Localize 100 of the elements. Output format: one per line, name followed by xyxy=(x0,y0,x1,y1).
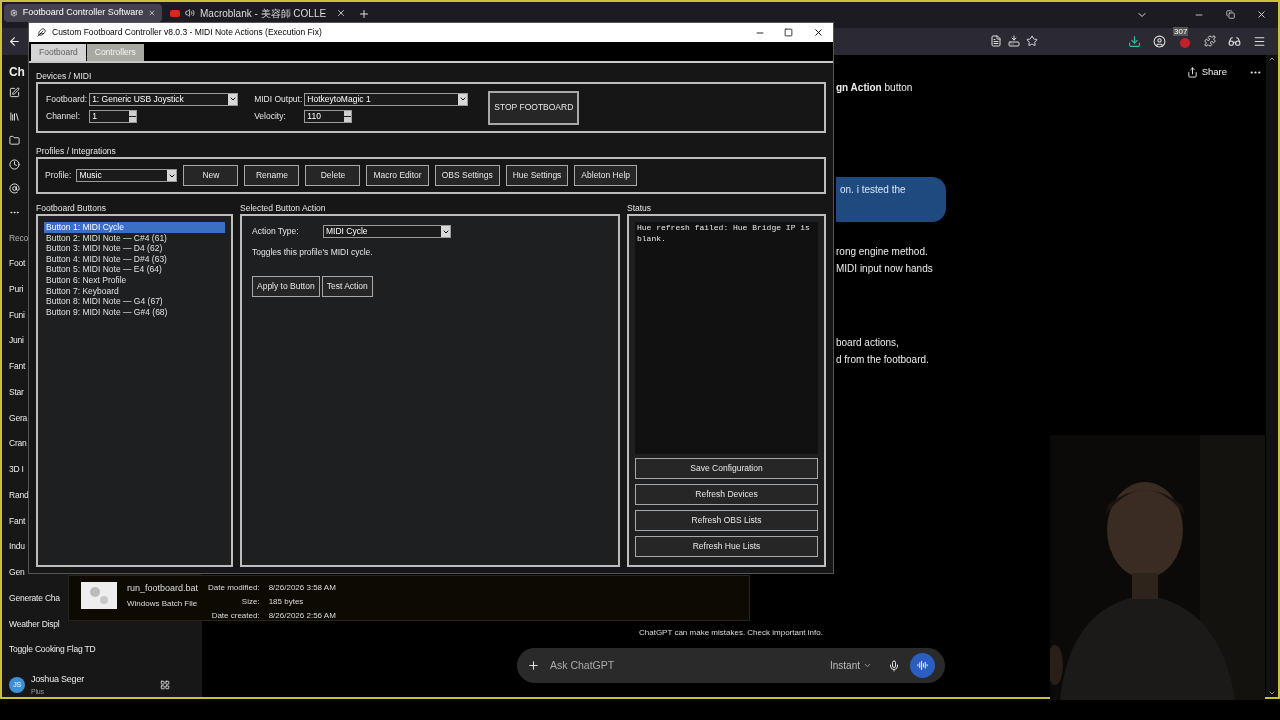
midi-output-dropdown[interactable]: HotkeytoMagic 1 xyxy=(304,92,469,106)
mode-selector[interactable]: Instant xyxy=(829,658,872,674)
folder-icon[interactable] xyxy=(9,135,20,147)
chat-history-item[interactable]: Fant xyxy=(9,514,26,528)
restore-icon[interactable] xyxy=(1226,10,1235,19)
chat-history-item[interactable]: Cran xyxy=(9,437,27,450)
save-icon[interactable] xyxy=(1008,35,1020,48)
browser-tab[interactable]: Footboard Controller Software xyxy=(4,4,162,22)
microphone-icon[interactable] xyxy=(888,659,900,672)
at-sign-icon[interactable] xyxy=(9,183,20,195)
button[interactable]: Delete xyxy=(305,165,361,186)
button[interactable]: Rename xyxy=(244,165,300,186)
back-icon[interactable] xyxy=(8,35,21,48)
list-item[interactable]: Button 9: MIDI Note — G#4 (68) xyxy=(44,306,225,318)
status-text: Hue refresh failed: Hue Bridge IP is blank. xyxy=(635,222,818,454)
button[interactable]: Apply to Button xyxy=(252,275,320,297)
action-type-dropdown[interactable]: MIDI Cycle xyxy=(323,225,451,238)
channel-spinbox[interactable]: 1 xyxy=(89,109,138,123)
button[interactable]: Refresh OBS Lists xyxy=(635,510,818,531)
chat-history-item[interactable]: Foot xyxy=(9,257,26,270)
chat-history-item[interactable]: Funi xyxy=(9,308,25,322)
group-label: Profiles / Integrations xyxy=(36,145,117,155)
field-value: 8/26/2026 2:56 AM xyxy=(268,610,336,622)
extension-icon[interactable] xyxy=(1180,38,1190,48)
field-value: 185 bytes xyxy=(268,596,305,608)
field-value: 8/26/2026 3:58 AM xyxy=(268,582,336,594)
clock-icon[interactable] xyxy=(9,159,20,171)
list-item[interactable]: Button 1: MIDI Cycle xyxy=(44,222,225,233)
chat-history-item[interactable]: Rand xyxy=(9,488,29,502)
close-icon[interactable] xyxy=(813,27,824,38)
button[interactable]: Test Action xyxy=(321,275,373,297)
chat-history-item[interactable]: Star xyxy=(9,385,24,399)
field-label: Date modified: xyxy=(208,582,260,594)
message-text: MIDI input now hands xyxy=(836,262,934,277)
list-item[interactable]: Button 3: MIDI Note — D4 (62) xyxy=(44,243,225,254)
badge: 307 xyxy=(1173,27,1189,36)
menu-icon[interactable] xyxy=(1253,35,1266,48)
voice-button[interactable] xyxy=(910,653,935,679)
account-icon[interactable] xyxy=(1153,35,1166,48)
profile-dropdown[interactable]: Music xyxy=(76,169,178,182)
bookmark-star-icon[interactable] xyxy=(1026,35,1038,48)
chat-history-item[interactable]: Gen xyxy=(9,566,25,579)
chat-history-item[interactable]: 3D I xyxy=(9,463,24,476)
file-type: Windows Batch File xyxy=(127,597,199,610)
button[interactable]: STOP FOOTBOARD xyxy=(488,90,580,125)
extensions-icon[interactable] xyxy=(1204,35,1216,48)
group-label: Status xyxy=(627,202,653,214)
maximize-icon[interactable] xyxy=(784,28,793,37)
share-icon xyxy=(1186,66,1198,78)
scroll-down-icon[interactable] xyxy=(1268,689,1276,697)
field-label: Channel: xyxy=(46,109,82,123)
button[interactable]: OBS Settings xyxy=(434,165,500,186)
group-label: Selected Button Action xyxy=(240,202,327,214)
window-title: Custom Footboard Controller v8.0.3 - MIDI Note Actions (Execution Fix) xyxy=(52,26,323,39)
close-icon[interactable] xyxy=(1256,9,1267,20)
list-item[interactable]: Button 4: MIDI Note — D#4 (63) xyxy=(44,253,225,265)
list-item[interactable]: Button 2: MIDI Note — C#4 (61) xyxy=(44,232,225,244)
grid-icon[interactable] xyxy=(160,680,170,690)
user-name: Joshua Seger xyxy=(31,673,84,686)
footboard-dropdown[interactable]: 1: Generic USB Joystick xyxy=(89,92,239,106)
message-text: gn Action button xyxy=(836,81,914,96)
chat-history-item[interactable]: Indu xyxy=(9,540,25,553)
close-icon[interactable] xyxy=(336,8,346,18)
button[interactable]: Refresh Hue Lists xyxy=(635,536,818,557)
edit-icon[interactable] xyxy=(9,87,20,99)
chat-history-item[interactable]: Gera xyxy=(9,411,28,425)
message-composer[interactable]: Ask ChatGPT Instant xyxy=(517,648,945,684)
field-label: Footboard: xyxy=(46,92,88,106)
button[interactable]: Refresh Devices xyxy=(635,484,818,505)
button[interactable]: Ableton Help xyxy=(574,165,638,186)
button[interactable]: Macro Editor xyxy=(366,165,429,186)
feather-icon xyxy=(37,28,46,37)
chat-history-item[interactable]: Weather Displ xyxy=(9,617,60,631)
chat-history-item[interactable]: Generate Cha xyxy=(9,591,60,605)
browser-tab[interactable]: Macroblank - 美容師 COLLE xyxy=(164,4,352,22)
button[interactable]: New xyxy=(183,165,239,186)
library-icon[interactable] xyxy=(9,111,20,123)
button[interactable]: Save Configuration xyxy=(635,458,818,479)
share-button[interactable]: Share xyxy=(1186,65,1227,80)
composer-placeholder: Ask ChatGPT xyxy=(550,657,616,673)
chat-history-item[interactable]: Toggle Cooking Flag TD xyxy=(9,643,96,656)
glasses-icon[interactable] xyxy=(1228,35,1241,48)
chat-history-item[interactable]: Puri xyxy=(9,282,24,296)
list-item[interactable]: Button 8: MIDI Note — G4 (67) xyxy=(44,296,225,307)
list-item[interactable]: Button 7: Keyboard xyxy=(44,285,225,297)
message-bubble: on. i tested the xyxy=(836,177,946,223)
reader-view-icon[interactable] xyxy=(990,35,1002,48)
velocity-spinbox[interactable]: 110 xyxy=(304,109,353,123)
tab[interactable]: Footboard xyxy=(31,44,86,61)
file-name: run_footboard.bat xyxy=(127,582,199,595)
field-label: Size: xyxy=(240,596,260,608)
plus-icon[interactable] xyxy=(527,659,540,673)
new-tab-icon[interactable] xyxy=(358,8,370,20)
download-icon[interactable] xyxy=(1128,35,1141,48)
list-item[interactable]: Button 5: MIDI Note — E4 (64) xyxy=(44,264,225,275)
chat-history-item[interactable]: Juni xyxy=(9,334,24,347)
chat-history-item[interactable]: Fant xyxy=(9,360,26,373)
message-text: rong engine method. xyxy=(836,245,929,260)
button[interactable]: Hue Settings xyxy=(505,165,569,186)
list-item[interactable]: Button 6: Next Profile xyxy=(44,274,225,286)
